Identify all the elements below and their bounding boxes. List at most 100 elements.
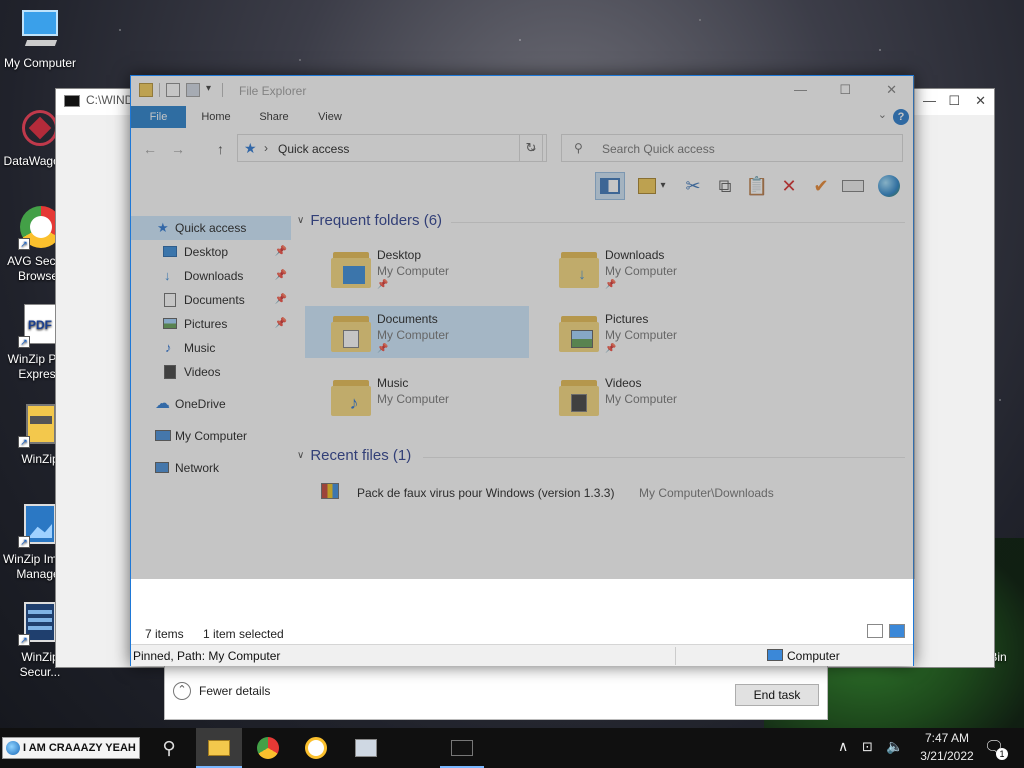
breadcrumb-chevron-icon[interactable]: › [264,141,268,155]
pin-icon[interactable]: 📌 [275,288,287,312]
expand-ribbon-icon[interactable]: ⌄ [878,108,887,121]
paste-icon[interactable]: 📋 [743,172,771,200]
navigation-pane: ★ Quick access Desktop 📌 ↓ Downloads 📌 D… [131,216,291,480]
music-note-icon: ♪ [165,340,172,355]
nav-item-network[interactable]: Network [131,456,291,480]
taskbar-avg-browser[interactable] [296,728,336,768]
folder-name: Documents [377,312,438,326]
taskbar-chrome[interactable] [248,728,288,768]
end-task-button[interactable]: End task [735,684,819,706]
explorer-title: File Explorer [239,84,307,98]
folder-tile-music[interactable]: ♪ Music My Computer [305,370,529,422]
item-count: 7 items [145,627,184,641]
taskbar-cmd[interactable] [440,728,484,768]
refresh-icon[interactable]: ↻ [519,134,543,162]
pictures-folder-icon [559,312,599,352]
close-icon[interactable]: ✕ [886,82,897,98]
pin-icon: 📌 [605,279,617,289]
checkmark-icon[interactable]: ✔ [807,172,835,200]
search-icon[interactable]: ⚲ [154,728,184,768]
nav-item-documents[interactable]: Documents 📌 [131,288,291,312]
archive-file-icon [321,483,339,503]
group-title: Frequent folders (6) [310,212,443,229]
cmd-maximize-icon[interactable]: ☐ [948,93,960,109]
frequent-folders-header[interactable]: ∨ Frequent folders (6) [297,212,442,229]
nav-label: Music [184,341,216,355]
chrome-icon [257,737,279,759]
folder-tile-documents[interactable]: Documents My Computer 📌 [305,306,529,358]
folder-options-dropdown-icon[interactable]: ▾ [657,172,669,200]
folder-tile-downloads[interactable]: ↓ Downloads My Computer 📌 [533,242,757,294]
tab-view[interactable]: View [307,106,353,128]
rename-icon[interactable] [839,172,867,200]
copy-icon[interactable]: ⧉ [711,172,739,200]
pin-icon[interactable]: 📌 [275,240,287,264]
nav-item-desktop[interactable]: Desktop 📌 [131,240,291,264]
folder-tile-videos[interactable]: Videos My Computer [533,370,757,422]
file-explorer-window[interactable]: ▾ File Explorer — ☐ ✕ File Home Share Vi… [130,75,915,666]
folder-tile-pictures[interactable]: Pictures My Computer 📌 [533,306,757,358]
forward-arrow-icon[interactable]: → [171,141,185,157]
volume-icon[interactable]: 🔈 [886,738,903,755]
search-box[interactable]: ⚲ Search Quick access [561,134,903,162]
nav-item-music[interactable]: ♪ Music [131,336,291,360]
breadcrumb-location[interactable]: Quick access [278,142,349,156]
pin-icon[interactable]: 📌 [275,264,287,288]
recent-file-row[interactable]: Pack de faux virus pour Windows (version… [321,483,881,505]
details-view-icon[interactable] [867,624,883,638]
taskbar-file-explorer[interactable] [196,728,242,768]
nav-label: OneDrive [175,397,226,411]
preview-pane-icon[interactable] [595,172,625,200]
address-bar[interactable]: ★ › Quick access ⌄ [237,134,547,162]
customize-dropdown-icon[interactable]: ▾ [206,83,216,97]
tab-home[interactable]: Home [191,106,241,128]
nav-label: Quick access [175,221,247,235]
cmd-minimize-icon[interactable]: — [923,93,936,108]
start-button[interactable]: I AM CRAAAZY YEAH [2,737,140,759]
maximize-icon[interactable]: ☐ [839,82,851,98]
properties-icon[interactable] [166,83,180,97]
up-arrow-icon[interactable]: ↑ [217,141,224,157]
app-window-icon [355,739,377,757]
desktop-icon-my-computer[interactable]: My Computer [0,8,80,71]
custom-toolbar: ▾ ✂ ⧉ 📋 ✕ ✔ [131,168,913,204]
cut-icon[interactable]: ✂ [679,172,707,200]
nav-item-my-computer[interactable]: My Computer [131,424,291,448]
nav-item-pictures[interactable]: Pictures 📌 [131,312,291,336]
nav-label: Downloads [184,269,244,283]
group-divider [423,457,905,458]
clock-date[interactable]: 3/21/2022 [912,749,982,763]
recent-files-header[interactable]: ∨ Recent files (1) [297,447,411,464]
explorer-titlebar[interactable]: ▾ File Explorer — ☐ ✕ [131,76,913,106]
taskbar-app[interactable] [346,728,386,768]
tab-share[interactable]: Share [249,106,299,128]
nav-item-downloads[interactable]: ↓ Downloads 📌 [131,264,291,288]
fewer-details-button[interactable]: ⌃ Fewer details [173,682,270,700]
folder-location: My Computer [377,264,450,278]
back-arrow-icon[interactable]: ← [143,141,157,157]
clock-time[interactable]: 7:47 AM [912,731,982,745]
large-icons-view-icon[interactable] [889,624,905,638]
nav-item-quick-access[interactable]: ★ Quick access [131,216,291,240]
globe-icon[interactable] [875,172,903,200]
recent-file-name: Pack de faux virus pour Windows (version… [357,486,615,500]
folder-tile-desktop[interactable]: Desktop My Computer 📌 [305,242,529,294]
cmd-close-icon[interactable]: ✕ [975,93,986,109]
document-icon [164,293,176,307]
tab-file[interactable]: File [131,106,186,128]
nav-item-videos[interactable]: Videos [131,360,291,384]
folder-name: Videos [605,376,642,390]
documents-folder-icon [331,312,371,352]
group-title: Recent files (1) [310,447,412,464]
computer-icon [155,430,171,441]
new-folder-icon[interactable] [186,83,200,97]
help-icon[interactable]: ? [893,109,909,125]
pin-icon: 📌 [377,279,389,289]
delete-icon[interactable]: ✕ [775,172,803,200]
pin-icon[interactable]: 📌 [275,312,287,336]
network-icon[interactable]: ⊡ [862,739,873,755]
minimize-icon[interactable]: — [794,82,807,97]
show-hidden-icons-icon[interactable]: ∧ [838,738,848,755]
nav-item-onedrive[interactable]: ☁ OneDrive [131,392,291,416]
task-manager-footer: ⌃ Fewer details End task [164,666,828,720]
